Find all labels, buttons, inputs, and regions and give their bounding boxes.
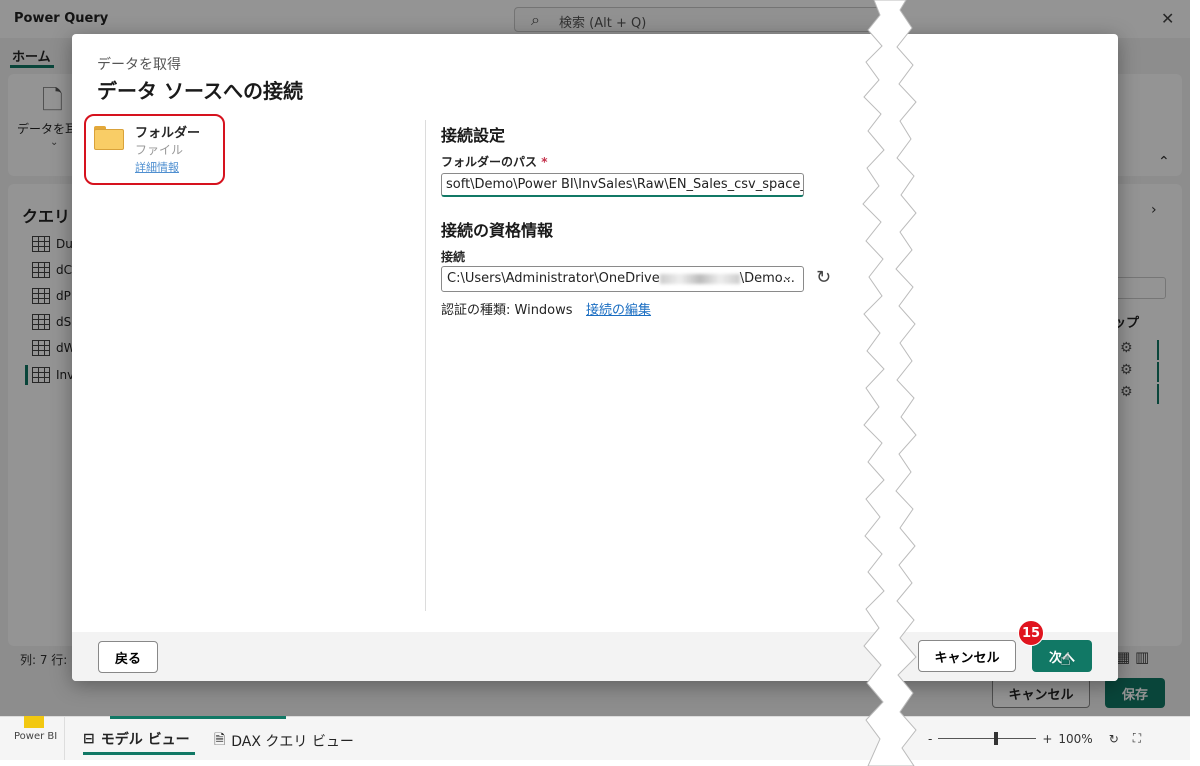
chevron-down-icon[interactable]: ⌄ (782, 269, 793, 284)
zoom-out-button[interactable]: - (928, 732, 932, 746)
tab-dax-query-view[interactable]: 🗎 DAX クエリ ビュー (214, 729, 354, 753)
folder-path-input[interactable]: soft\Demo\Power BI\InvSales\Raw\EN_Sales… (441, 173, 804, 197)
connection-settings-title: 接続設定 (441, 126, 506, 145)
folder-icon (94, 126, 124, 150)
connection-select[interactable]: C:\Users\Administrator\OneDrive \Demo... (441, 266, 804, 292)
required-mark: * (541, 155, 548, 169)
pbi-label: Power BI (14, 731, 58, 742)
model-view-underline (83, 752, 195, 755)
tab-model-view[interactable]: ⊟ モデル ビュー (83, 729, 190, 749)
model-view-icon: ⊟ (83, 731, 95, 747)
connection-prefix: C:\Users\Administrator\OneDrive (447, 271, 660, 286)
zoom-thumb[interactable] (994, 732, 999, 745)
zoom-value: 100% (1058, 731, 1093, 746)
refresh-icon[interactable]: ↻ (816, 267, 831, 288)
hand-cursor-icon: ☝ (1060, 649, 1071, 670)
refresh-icon[interactable]: ↻ (1109, 732, 1119, 746)
connection-label: 接続 (441, 250, 466, 264)
dialog-title: データ ソースへの接続 (97, 79, 303, 103)
dax-icon: 🗎 (214, 732, 226, 748)
cancel-button[interactable]: キャンセル (918, 640, 1016, 672)
edit-connection-link[interactable]: 接続の編集 (586, 299, 651, 318)
divider (64, 716, 65, 760)
source-type: ファイル (135, 143, 184, 157)
model-view-label: モデル ビュー (100, 732, 190, 748)
back-button[interactable]: 戻る (98, 641, 158, 673)
zoom-slider[interactable] (938, 732, 1037, 745)
step-badge: 15 (1018, 620, 1044, 646)
connect-data-source-dialog: データを取得 データ ソースへの接続 フォルダー ファイル 詳細情報 接続設定 … (72, 34, 1118, 681)
fit-page-icon[interactable]: ⛶ (1133, 731, 1141, 746)
dax-view-label: DAX クエリ ビュー (231, 734, 354, 750)
redacted-text (659, 273, 740, 284)
dialog-subtitle: データを取得 (97, 57, 181, 73)
credentials-title: 接続の資格情報 (441, 221, 554, 240)
zoom-in-button[interactable]: + (1042, 732, 1052, 746)
folder-path-label: フォルダーのパス * (441, 153, 547, 170)
power-bi-logo-icon (24, 716, 44, 728)
zoom-control: - + 100% ↻ ⛶ (928, 731, 1141, 746)
green-strip (110, 716, 286, 719)
folder-path-label-text: フォルダーのパス (441, 155, 538, 169)
auth-type: 認証の種類: Windows (441, 303, 573, 318)
learn-more-link[interactable]: 詳細情報 (135, 159, 179, 175)
divider (425, 120, 426, 611)
source-name: フォルダー (135, 126, 201, 141)
